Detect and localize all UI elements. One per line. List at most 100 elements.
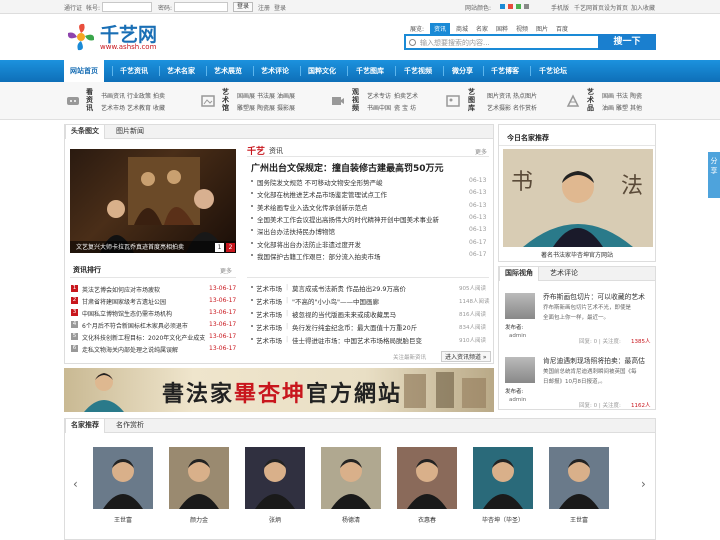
subnav-link[interactable]: 瓷 — [394, 103, 400, 112]
master-name[interactable]: 颜力金 — [169, 515, 229, 524]
hot-item-category[interactable]: 艺术市场 — [256, 283, 282, 293]
master-photo[interactable] — [321, 447, 381, 509]
news-item-title[interactable]: 文化部在杭推进艺术品市场鉴定管理试点工作 — [257, 189, 387, 199]
rank-item-title[interactable]: 英法艺博会如何应对市场疲软 — [82, 285, 160, 294]
search-tab-shop[interactable]: 商城 — [456, 24, 468, 33]
nav-item-gallery[interactable]: 千艺图库 — [356, 60, 384, 82]
subnav-link[interactable]: 宝 — [402, 103, 408, 112]
nav-item-forum[interactable]: 千艺论坛 — [539, 60, 567, 82]
prev-arrow-icon[interactable]: ‹ — [73, 477, 78, 491]
search-tab-culture[interactable]: 国粹 — [496, 24, 508, 33]
password-input[interactable] — [174, 2, 228, 12]
tab-headline[interactable]: 头条图文 — [65, 125, 105, 139]
rank-item-title[interactable]: 6个月后不符合新国标杠木家具必须退市 — [82, 321, 188, 330]
subnav-link[interactable]: 行业政策 — [127, 91, 151, 100]
comment-title[interactable]: 肯尼迪遇刺现场照将拍卖：最高估 — [543, 355, 645, 365]
master-photo[interactable] — [169, 447, 229, 509]
subnav-link[interactable]: 油画展 — [277, 91, 295, 100]
nav-item-blog[interactable]: 千艺博客 — [491, 60, 519, 82]
subnav-title-art[interactable]: 艺术品 — [587, 88, 595, 112]
hot-item-title[interactable]: 被忽视的当代版画未来或成收藏黑马 — [292, 309, 396, 319]
color-swatch-gray[interactable] — [524, 4, 529, 9]
username-input[interactable] — [102, 2, 152, 12]
news-item-title[interactable]: 文化部将出台办法防止非遗过度开发 — [257, 239, 361, 249]
subnav-link[interactable]: 名作赏析 — [513, 103, 537, 112]
hot-item-title[interactable]: "不高的"小小鸟"——中国画廊 — [292, 296, 379, 306]
slide-page-2[interactable]: 2 — [226, 243, 235, 252]
ranking-more-link[interactable]: 更多 — [220, 266, 232, 275]
nav-item-exhibitions[interactable]: 艺术展览 — [214, 60, 242, 82]
signin-link[interactable]: 登录 — [274, 3, 286, 12]
subnav-link[interactable]: 摄影展 — [277, 103, 295, 112]
recommend-photo[interactable]: 书 法 — [503, 149, 653, 247]
news-item-title[interactable]: 国务院发文规范 不可移动文物安全形势严峻 — [257, 177, 383, 187]
nav-item-video[interactable]: 千艺视频 — [404, 60, 432, 82]
subnav-link[interactable]: 拍卖艺术 — [394, 91, 418, 100]
subnav-title-video[interactable]: 观视频 — [352, 88, 360, 112]
tab-master-recommend[interactable]: 名家推荐 — [65, 419, 105, 433]
subnav-link[interactable]: 图片资讯 — [487, 91, 511, 100]
subnav-link[interactable]: 书法 — [616, 91, 628, 100]
master-name[interactable]: 衣惠春 — [397, 515, 457, 524]
search-tab-image[interactable]: 图片 — [536, 24, 548, 33]
subnav-link[interactable]: 雕塑展 — [237, 103, 255, 112]
master-name[interactable]: 张炳 — [245, 515, 305, 524]
news-channel-button[interactable]: 进入资讯频道 » — [441, 351, 491, 362]
comment-thumbnail[interactable] — [505, 357, 535, 383]
rank-item-title[interactable]: 甘肃省将建国家级考古遗址公园 — [82, 297, 166, 306]
master-photo[interactable] — [93, 447, 153, 509]
master-name[interactable]: 王世富 — [549, 515, 609, 524]
comment-thumbnail[interactable] — [505, 293, 535, 319]
color-swatch-green[interactable] — [516, 4, 521, 9]
subnav-title-gallery[interactable]: 艺术馆 — [222, 88, 230, 112]
news-item-title[interactable]: 深出台办法扶持民办博物馆 — [257, 226, 335, 236]
subnav-link[interactable]: 陶瓷展 — [257, 103, 275, 112]
color-swatch-red[interactable] — [508, 4, 513, 9]
nav-item-share[interactable]: 微分享 — [452, 60, 473, 82]
subnav-link[interactable]: 国画 — [602, 91, 614, 100]
subnav-link[interactable]: 其他 — [630, 103, 642, 112]
search-tab-video[interactable]: 视频 — [516, 24, 528, 33]
login-button[interactable]: 登录 — [233, 2, 254, 12]
search-button[interactable]: 搜一下 — [598, 34, 656, 50]
set-home-link[interactable]: 设为首页 — [604, 3, 628, 12]
slide-page-1[interactable]: 1 — [215, 243, 224, 252]
comment-title[interactable]: 乔布斯画包切片：可以收藏的艺术 — [543, 291, 645, 301]
hot-item-title[interactable]: 奂行发行纯金纪念币：最大面值十万重20斤 — [292, 322, 417, 332]
subnav-link[interactable]: 坊 — [410, 103, 416, 112]
register-link[interactable]: 注册 — [258, 3, 270, 12]
subnav-link[interactable]: 艺术教育 — [127, 103, 151, 112]
share-button[interactable]: 分享 — [708, 152, 720, 198]
subnav-link[interactable]: 油画 — [602, 103, 614, 112]
subnav-title-image[interactable]: 艺图库 — [468, 88, 476, 112]
nav-item-home[interactable]: 网站首页 — [64, 60, 104, 82]
master-photo[interactable] — [245, 447, 305, 509]
tab-international[interactable]: 国际视角 — [499, 267, 539, 281]
subnav-link[interactable]: 书画中国 — [367, 103, 391, 112]
tab-photo-news[interactable]: 图片新闻 — [111, 125, 149, 139]
nav-item-masters[interactable]: 艺术名家 — [167, 60, 195, 82]
master-photo[interactable] — [473, 447, 533, 509]
logo-icon[interactable] — [64, 22, 98, 52]
rank-item-title[interactable]: 走私文物海关内部处理之说纯属误解 — [82, 345, 178, 354]
subnav-link[interactable]: 艺术专访 — [367, 91, 391, 100]
calligrapher-banner[interactable]: 書法家畢杏坤官方網站 — [64, 368, 494, 412]
hot-item-category[interactable]: 艺术市场 — [256, 309, 282, 319]
hot-item-category[interactable]: 艺术市场 — [256, 296, 282, 306]
subnav-title-news[interactable]: 看资讯 — [86, 88, 94, 112]
rank-item-title[interactable]: 中国私立博物馆生态仍需市场机构 — [82, 309, 172, 318]
subnav-link[interactable]: 收藏 — [153, 103, 165, 112]
subnav-link[interactable]: 热点图片 — [513, 91, 537, 100]
subnav-link[interactable]: 艺术市场 — [101, 103, 125, 112]
subnav-link[interactable]: 书法展 — [257, 91, 275, 100]
nav-item-reviews[interactable]: 艺术评论 — [261, 60, 289, 82]
home-link[interactable]: 千艺网首页 — [574, 3, 604, 12]
subnav-link[interactable]: 艺术摄影 — [487, 103, 511, 112]
hot-item-category[interactable]: 艺术市场 — [256, 335, 282, 345]
subnav-link[interactable]: 拍卖 — [153, 91, 165, 100]
search-tab-baidu[interactable]: 百度 — [556, 24, 568, 33]
rank-item-title[interactable]: 文化科技创新工程目标：2020年文化产业成支 — [82, 333, 205, 342]
search-tab-news[interactable]: 资讯 — [430, 23, 451, 34]
headline-photo[interactable]: 文艺复兴大师卡拉瓦乔真迹首度亮相拍卖 1 2 — [70, 149, 236, 253]
hot-item-title[interactable]: 佳士得进驻市场：中国艺术市场格局脱胎巨变 — [292, 335, 422, 345]
